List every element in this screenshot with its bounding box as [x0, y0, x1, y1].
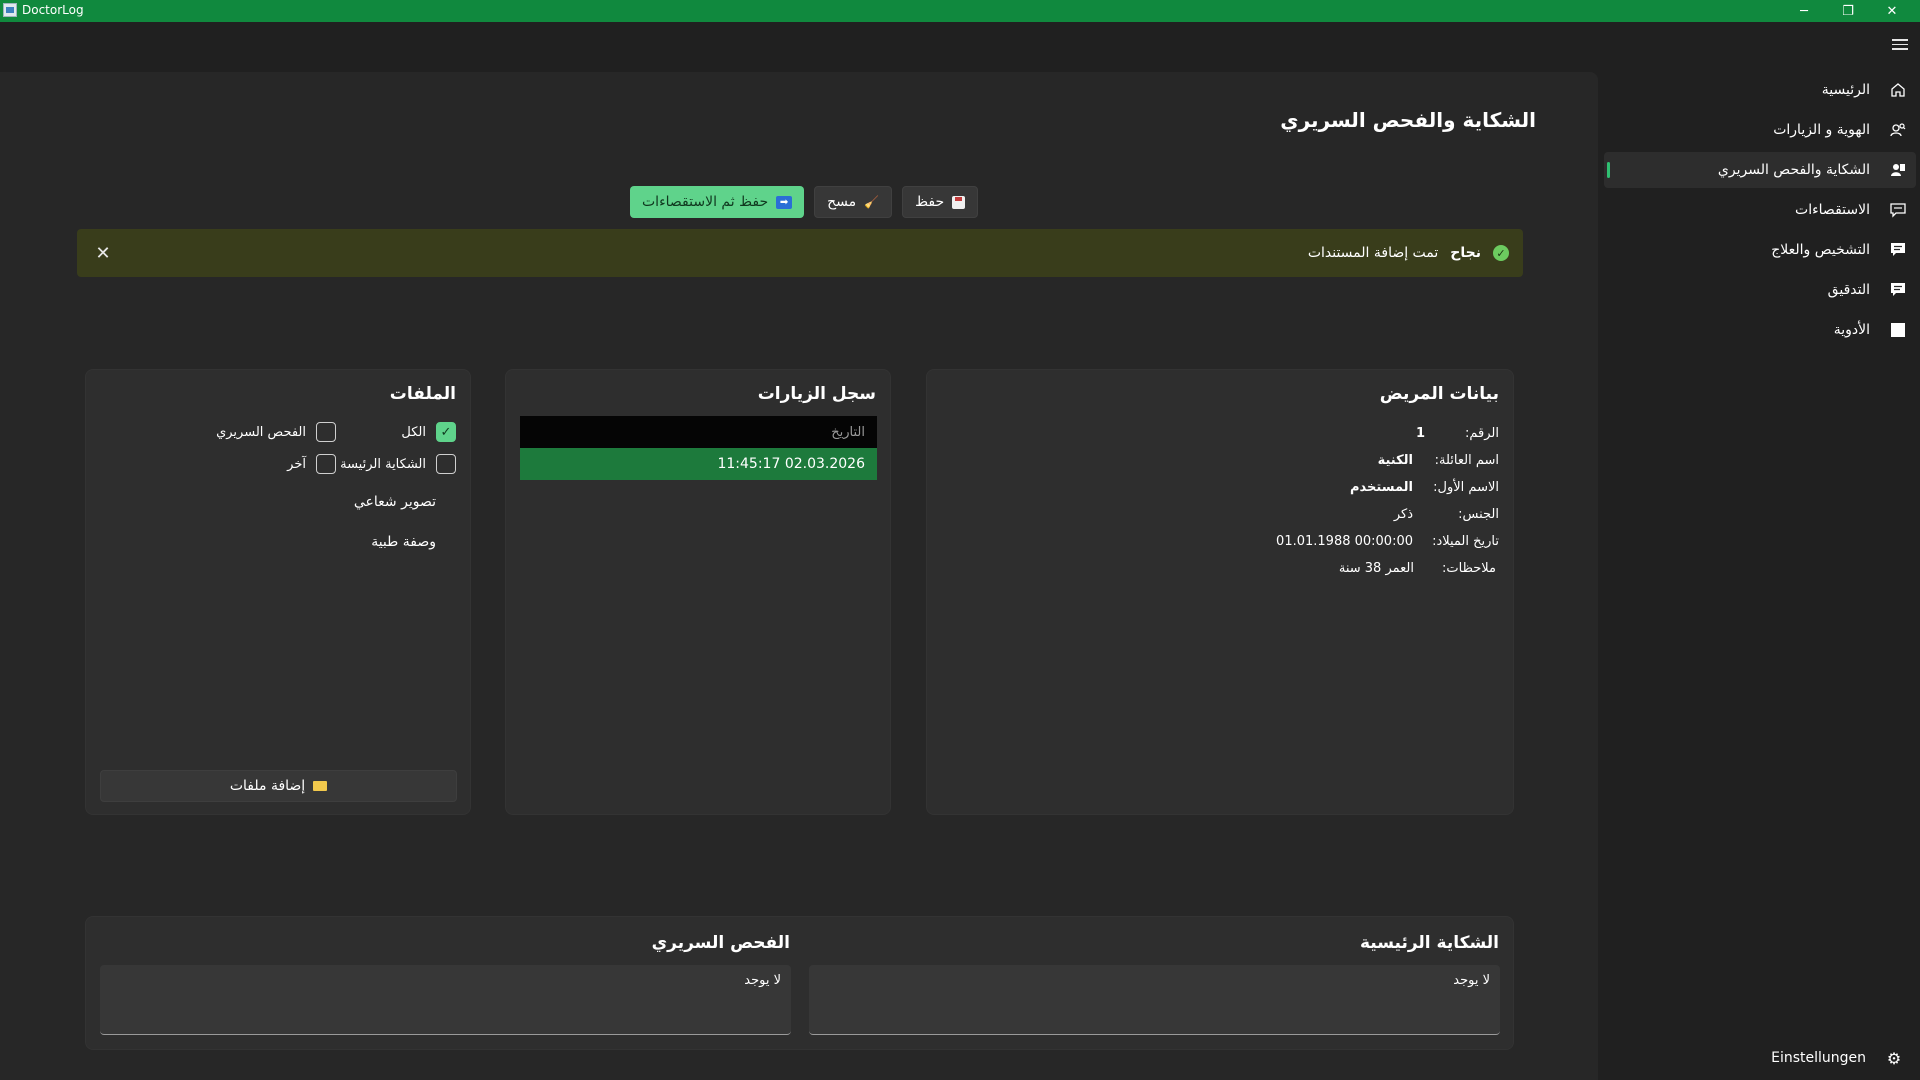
- nav-label: التدقيق: [1827, 282, 1870, 298]
- navigation-pane: الرئيسية الهوية و الزيارات الشكاية والفح…: [1600, 70, 1920, 352]
- checkbox-label: الشكاية الرئيسة: [340, 456, 426, 472]
- checkmark-icon: ✓: [436, 422, 456, 442]
- patient-id-row: الرقم: 1: [939, 422, 1499, 444]
- nav-label: الشكاية والفحص السريري: [1717, 162, 1870, 178]
- close-window-button[interactable]: ✕: [1870, 0, 1914, 22]
- floppy-disk-icon: [952, 195, 966, 209]
- patient-notes-row: ملاحظات: العمر 38 سنة: [939, 557, 1499, 579]
- infobar-message: تمت إضافة المستندات: [1307, 245, 1439, 261]
- add-files-button[interactable]: إضافة ملفات: [100, 770, 457, 802]
- complaint-exam-card: الشكاية الرئيسية لا يوجد الفحص السريري ل…: [85, 916, 1514, 1050]
- checkbox-box: [316, 454, 336, 474]
- save-then-investigations-button[interactable]: ➡ حفظ ثم الاستقصاءات: [630, 186, 805, 218]
- minimize-button[interactable]: ─: [1782, 0, 1826, 22]
- settings-label: Einstellungen: [1771, 1050, 1866, 1066]
- broom-icon: 🧹: [864, 195, 880, 209]
- save-then-label: حفظ ثم الاستقصاءات: [642, 194, 769, 210]
- nav-item-diagnosis-treatment[interactable]: التشخيص والعلاج: [1604, 232, 1916, 268]
- patient-card-title: بيانات المريض: [1379, 384, 1499, 404]
- restore-button[interactable]: ❐: [1826, 0, 1870, 22]
- infobar-title: نجاح: [1450, 245, 1481, 261]
- filter-exam-checkbox[interactable]: الفحص السريري: [216, 422, 336, 442]
- exam-textbox[interactable]: لا يوجد: [100, 965, 791, 1035]
- nav-item-identity-visits[interactable]: الهوية و الزيارات: [1604, 112, 1916, 148]
- visits-column-header[interactable]: التاريخ: [520, 416, 877, 448]
- hamburger-menu-icon[interactable]: [1892, 36, 1908, 50]
- nav-label: الأدوية: [1833, 322, 1870, 338]
- checkmark-circle-icon: ✓: [1493, 245, 1509, 261]
- person-card-icon: [1888, 160, 1908, 180]
- person-search-icon: [1888, 120, 1908, 140]
- add-files-label: إضافة ملفات: [229, 778, 306, 794]
- page-title: الشكاية والفحص السريري: [1280, 108, 1536, 132]
- visits-card: سجل الزيارات التاريخ 02.03.2026 11:45:17: [505, 369, 891, 815]
- nav-label: التشخيص والعلاج: [1771, 242, 1870, 258]
- patient-lastname-row: اسم العائلة: الكنية: [939, 449, 1499, 471]
- patient-firstname-row: الاسم الأول: المستخدم: [939, 476, 1499, 498]
- nav-item-medications[interactable]: الأدوية: [1604, 312, 1916, 348]
- file-item[interactable]: وصفة طبية: [371, 534, 436, 550]
- filter-all-checkbox[interactable]: ✓ الكل: [401, 422, 456, 442]
- nav-item-complaint-exam[interactable]: الشكاية والفحص السريري: [1604, 152, 1916, 188]
- checkbox-box: [316, 422, 336, 442]
- file-item[interactable]: تصوير شعاعي: [354, 494, 436, 510]
- arrow-right-icon: ➡: [776, 195, 793, 209]
- patient-gender-row: الجنس: ذكر: [939, 503, 1499, 525]
- field-value: 01.01.1988 00:00:00: [1276, 533, 1413, 549]
- title-bar: DoctorLog ─ ❐ ✕: [0, 0, 1920, 22]
- table-row[interactable]: 02.03.2026 11:45:17: [520, 448, 877, 480]
- complaint-textbox[interactable]: لا يوجد: [809, 965, 1500, 1035]
- nav-item-audit[interactable]: التدقيق: [1604, 272, 1916, 308]
- app-icon: [3, 3, 17, 17]
- toolbar: ➡ حفظ ثم الاستقصاءات 🧹 مسح حفظ: [630, 186, 979, 218]
- filter-complaint-checkbox[interactable]: الشكاية الرئيسة: [340, 454, 456, 474]
- complaint-title: الشكاية الرئيسية: [1359, 933, 1499, 953]
- field-value: 1: [1415, 425, 1425, 441]
- field-label: الجنس:: [1458, 506, 1499, 522]
- message-icon: [1888, 280, 1908, 300]
- nav-item-settings[interactable]: ⚙ Einstellungen: [1612, 1042, 1912, 1074]
- nav-item-home[interactable]: الرئيسية: [1604, 72, 1916, 108]
- save-button[interactable]: حفظ: [902, 186, 979, 218]
- files-card: الملفات ✓ الكل الفحص السريري الشكاية الر…: [85, 369, 471, 815]
- folder-icon: [313, 781, 328, 791]
- square-icon: [1888, 320, 1908, 340]
- patient-birthdate-row: تاريخ الميلاد: 01.01.1988 00:00:00: [939, 530, 1499, 552]
- visits-card-title: سجل الزيارات: [757, 384, 876, 404]
- checkbox-label: الفحص السريري: [216, 424, 306, 440]
- chat-icon: [1888, 200, 1908, 220]
- field-value: العمر 38 سنة: [1338, 560, 1414, 576]
- field-label: الرقم:: [1465, 425, 1499, 441]
- save-label: حفظ: [915, 194, 945, 210]
- filter-other-checkbox[interactable]: آخر: [287, 454, 336, 474]
- nav-label: الهوية و الزيارات: [1773, 122, 1870, 138]
- checkbox-box: [436, 454, 456, 474]
- field-label: الاسم الأول:: [1433, 479, 1499, 495]
- clear-label: مسح: [827, 194, 857, 210]
- nav-item-investigations[interactable]: الاستقصاءات: [1604, 192, 1916, 228]
- main-content: الشكاية والفحص السريري ➡ حفظ ثم الاستقصا…: [0, 72, 1598, 1080]
- checkbox-label: الكل: [401, 424, 426, 440]
- exam-title: الفحص السريري: [651, 933, 790, 953]
- message-icon: [1888, 240, 1908, 260]
- checkbox-label: آخر: [287, 456, 306, 472]
- field-label: تاريخ الميلاد:: [1432, 533, 1499, 549]
- field-value: الكنية: [1377, 452, 1413, 468]
- field-label: اسم العائلة:: [1434, 452, 1499, 468]
- field-value: ذكر: [1393, 506, 1413, 522]
- field-label: ملاحظات:: [1442, 560, 1496, 576]
- field-value: المستخدم: [1350, 479, 1413, 495]
- patient-data-card: بيانات المريض الرقم: 1 اسم العائلة: الكن…: [926, 369, 1514, 815]
- files-card-title: الملفات: [389, 384, 456, 404]
- gear-icon: ⚙: [1886, 1048, 1902, 1068]
- success-infobar: ✓ نجاح تمت إضافة المستندات ✕: [77, 229, 1523, 277]
- nav-label: الاستقصاءات: [1795, 202, 1870, 218]
- home-icon: [1888, 80, 1908, 100]
- app-title: DoctorLog: [22, 3, 84, 17]
- clear-button[interactable]: 🧹 مسح: [814, 186, 893, 218]
- nav-label: الرئيسية: [1821, 82, 1870, 98]
- close-infobar-button[interactable]: ✕: [91, 241, 115, 265]
